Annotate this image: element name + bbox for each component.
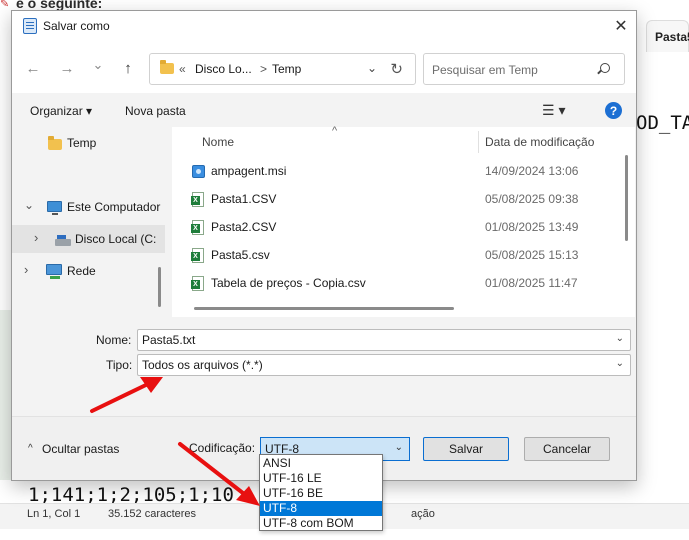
file-row[interactable]: Pasta5.csv 05/08/2025 15:13 (172, 241, 635, 269)
search-icon[interactable] (600, 63, 610, 73)
sidebar-item-label: Rede (67, 264, 96, 278)
chevron-down-icon[interactable]: ⌄ (24, 198, 34, 212)
address-segment-drive[interactable]: Disco Lo... (195, 62, 252, 76)
chevron-right-icon[interactable]: › (34, 230, 38, 245)
sidebar-item-disco-local[interactable]: › Disco Local (C: (12, 225, 165, 253)
excel-csv-icon (191, 248, 204, 263)
navigation-pane: Temp ⌄ Este Computador › Disco Local (C:… (12, 127, 165, 317)
column-separator[interactable] (478, 131, 479, 153)
hide-folders-button[interactable]: Ocultar pastas (42, 442, 119, 456)
file-date: 05/08/2025 09:38 (485, 192, 579, 206)
help-icon[interactable]: ? (605, 102, 622, 119)
save-form: Nome: Pasta5.txt ⌄ Tipo: Todos os arquiv… (12, 321, 636, 421)
background-tab[interactable]: Pasta5 (646, 20, 689, 52)
save-button[interactable]: Salvar (423, 437, 509, 461)
chevron-down-icon[interactable]: ⌄ (616, 358, 624, 369)
excel-csv-icon (191, 192, 204, 207)
column-header-date[interactable]: Data de modificação (485, 135, 594, 149)
file-type-select[interactable]: Todos os arquivos (*.*) ⌄ (137, 354, 631, 376)
address-overflow[interactable]: « (179, 62, 186, 76)
file-row[interactable]: Tabela de preços - Copia.csv 01/08/2025 … (172, 269, 635, 297)
background-tab-label: Pasta5 (655, 30, 689, 44)
file-date: 14/09/2024 13:06 (485, 164, 579, 178)
file-row[interactable]: Pasta1.CSV 05/08/2025 09:38 (172, 185, 635, 213)
encoding-option-utf8[interactable]: UTF-8 (260, 501, 382, 516)
sidebar-item-label: Temp (67, 136, 97, 150)
sidebar-item-temp[interactable]: Temp (12, 129, 165, 157)
address-bar[interactable]: « Disco Lo... > Temp ⌄ ↻ (149, 53, 416, 85)
type-label: Tipo: (106, 358, 133, 372)
computer-icon (47, 201, 62, 215)
file-name: Pasta2.CSV (211, 220, 277, 234)
chevron-right-icon[interactable]: › (24, 262, 28, 277)
folder-icon (160, 60, 174, 74)
status-cursor-position: Ln 1, Col 1 (27, 508, 81, 520)
file-name: Pasta5.csv (211, 248, 270, 262)
folder-icon (48, 136, 62, 150)
file-date: 01/08/2025 13:49 (485, 220, 579, 234)
file-list-hscrollbar[interactable] (194, 307, 454, 310)
sidebar-item-rede[interactable]: › Rede (12, 257, 165, 285)
excel-csv-icon (191, 276, 204, 291)
sidebar-item-label: Disco Local (C: (75, 232, 157, 246)
command-toolbar: Organizar ▾ Nova pasta ☰ ▾ ? (12, 93, 636, 127)
drive-icon (55, 235, 71, 246)
chevron-down-icon[interactable]: ⌄ (616, 333, 624, 344)
file-name-value: Pasta5.txt (142, 333, 196, 347)
up-button[interactable]: ↑ (117, 58, 139, 78)
forward-button[interactable]: → (56, 58, 78, 78)
organize-button[interactable]: Organizar ▾ (30, 104, 92, 118)
sidebar-item-label: Este Computador (67, 200, 161, 214)
background-app-icon: ✎ (0, 0, 10, 10)
view-options-icon[interactable]: ☰ ▾ (542, 102, 565, 119)
file-row[interactable]: ampagent.msi 14/09/2024 13:06 (172, 157, 635, 185)
encoding-option-utf16be[interactable]: UTF-16 BE (260, 486, 382, 501)
file-list: ^ Nome Data de modificação ampagent.msi … (172, 125, 635, 317)
chevron-down-icon[interactable]: ⌄ (367, 61, 377, 75)
search-box[interactable]: Pesquisar em Temp (423, 53, 625, 85)
file-list-vscrollbar[interactable] (625, 155, 628, 241)
sort-ascending-icon: ^ (332, 125, 338, 137)
file-date: 01/08/2025 11:47 (485, 276, 578, 290)
file-list-header: ^ Nome Data de modificação (172, 125, 635, 155)
excel-csv-icon (191, 220, 204, 235)
file-row[interactable]: Pasta2.CSV 01/08/2025 13:49 (172, 213, 635, 241)
dialog-title: Salvar como (43, 19, 110, 33)
encoding-option-ansi[interactable]: ANSI (260, 456, 382, 471)
file-name: Pasta1.CSV (211, 192, 277, 206)
back-button[interactable]: ← (22, 58, 44, 78)
search-placeholder: Pesquisar em Temp (432, 63, 538, 77)
name-label: Nome: (96, 333, 132, 347)
refresh-icon[interactable]: ↻ (390, 60, 403, 78)
recent-locations-button[interactable]: ⌄ (87, 55, 109, 75)
file-type-value: Todos os arquivos (*.*) (142, 358, 263, 372)
file-name: Tabela de preços - Copia.csv (211, 276, 366, 290)
encoding-options-list: ANSI UTF-16 LE UTF-16 BE UTF-8 UTF-8 com… (259, 454, 383, 531)
save-as-dialog: Salvar como ✕ ← → ⌄ ↑ « Disco Lo... > Te… (11, 10, 637, 481)
status-char-count: 35.152 caracteres (108, 508, 197, 520)
new-folder-button[interactable]: Nova pasta (125, 104, 186, 118)
encoding-option-utf8-bom[interactable]: UTF-8 com BOM (260, 516, 382, 531)
sidebar-item-este-computador[interactable]: ⌄ Este Computador (12, 193, 165, 221)
chevron-up-icon[interactable]: ^ (28, 443, 33, 454)
encoding-option-utf16le[interactable]: UTF-16 LE (260, 471, 382, 486)
cancel-button[interactable]: Cancelar (524, 437, 610, 461)
background-code-right: OD_TA (636, 112, 689, 134)
dialog-titlebar: Salvar como ✕ (12, 11, 636, 41)
chevron-down-icon[interactable]: ⌄ (395, 442, 403, 453)
file-name-field[interactable]: Pasta5.txt ⌄ (137, 329, 631, 351)
address-separator: > (260, 62, 268, 76)
notepad-icon (23, 18, 37, 34)
file-date: 05/08/2025 15:13 (485, 248, 579, 262)
close-button[interactable]: ✕ (606, 11, 636, 41)
network-icon (46, 264, 62, 279)
encoding-label: Codificação: (189, 441, 256, 455)
file-name: ampagent.msi (211, 164, 287, 178)
address-segment-temp[interactable]: Temp (272, 62, 301, 76)
status-fragment: ação (411, 508, 435, 520)
navigation-bar: ← → ⌄ ↑ « Disco Lo... > Temp ⌄ ↻ Pesquis… (12, 41, 636, 93)
sidebar-scrollbar[interactable] (158, 267, 161, 307)
column-header-name[interactable]: Nome (202, 135, 234, 149)
msi-icon (192, 165, 205, 178)
